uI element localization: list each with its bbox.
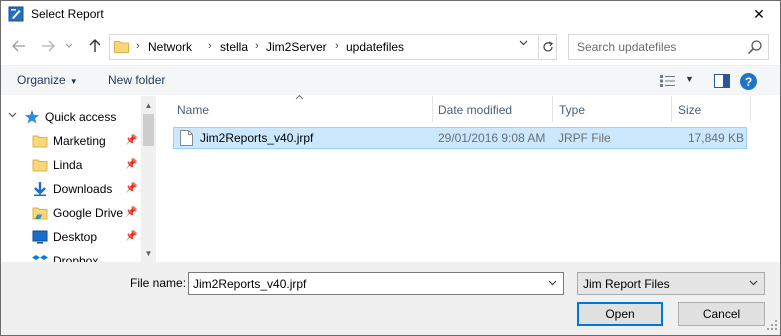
column-header-size[interactable]: Size — [672, 96, 751, 122]
sidebar-item-label: Dropbox — [53, 254, 99, 262]
expand-chevron-icon[interactable] — [8, 110, 17, 120]
address-bar[interactable]: › Network › stella › Jim2Server › update… — [109, 34, 557, 60]
breadcrumb-separator: › — [208, 40, 212, 52]
sidebar-item-linda[interactable]: Linda 📌 — [1, 153, 141, 177]
scroll-up-arrow-icon[interactable]: ▲ — [141, 98, 156, 112]
sidebar-item-desktop[interactable]: Desktop 📌 — [1, 225, 141, 249]
column-header-label: Name — [177, 103, 210, 117]
pin-icon: 📌 — [125, 159, 138, 170]
type-cell: JRPF File — [558, 131, 611, 145]
date-modified-cell: 29/01/2016 9:08 AM — [438, 131, 546, 145]
dialog-footer: File name: Jim Report Files Open Cancel — [1, 262, 780, 335]
scrollbar-thumb[interactable] — [143, 114, 154, 146]
sidebar-scrollbar[interactable]: ▲ ▼ — [141, 96, 156, 262]
breadcrumb-network[interactable]: Network — [148, 40, 192, 54]
view-menu-caret-icon[interactable]: ▼ — [685, 74, 694, 84]
chevron-down-icon — [749, 278, 758, 288]
table-row[interactable]: Jim2Reports_v40.jrpf 29/01/2016 9:08 AM … — [173, 127, 747, 149]
back-button[interactable] — [8, 35, 30, 57]
column-header-date-modified[interactable]: Date modified — [433, 96, 553, 122]
navigation-bar: › Network › stella › Jim2Server › update… — [1, 31, 780, 63]
sidebar-item-label: Marketing — [53, 134, 106, 148]
sidebar-item-quick-access[interactable]: Quick access — [1, 105, 141, 129]
open-button[interactable]: Open — [577, 302, 663, 326]
window-title: Select Report — [31, 7, 104, 21]
pin-icon: 📌 — [125, 231, 138, 242]
pin-icon: 📌 — [125, 183, 138, 194]
search-input[interactable] — [570, 36, 740, 58]
sidebar-item-label: Quick access — [45, 110, 117, 124]
up-button[interactable] — [84, 35, 106, 57]
sidebar-item-downloads[interactable]: Downloads 📌 — [1, 177, 141, 201]
file-type-select[interactable]: Jim Report Files — [577, 272, 765, 295]
up-arrow-icon — [89, 39, 101, 52]
breadcrumb-separator: › — [335, 40, 339, 52]
column-header-name[interactable]: Name — [161, 94, 433, 122]
sidebar-item-label: Downloads — [53, 182, 113, 196]
folder-icon — [32, 159, 48, 172]
command-toolbar: Organize ▼ New folder ▼ ? — [1, 65, 780, 95]
scroll-down-arrow-icon[interactable]: ▼ — [141, 246, 156, 260]
caret-down-icon: ▼ — [69, 77, 78, 86]
title-bar: Select Report ✕ — [1, 1, 780, 27]
pin-icon: 📌 — [125, 207, 138, 218]
file-name-cell: Jim2Reports_v40.jrpf — [200, 131, 314, 145]
dropbox-icon — [32, 255, 48, 260]
close-button[interactable]: ✕ — [737, 1, 781, 27]
close-icon: ✕ — [753, 5, 765, 22]
help-icon[interactable]: ? — [740, 73, 757, 90]
sidebar-item-label: Linda — [53, 158, 83, 172]
file-name-field[interactable] — [189, 273, 539, 294]
breadcrumb-jim2server[interactable]: Jim2Server — [266, 40, 327, 54]
preview-pane-icon[interactable] — [714, 74, 730, 88]
back-arrow-icon — [12, 40, 25, 52]
chevron-down-icon[interactable] — [548, 278, 557, 288]
star-icon — [25, 110, 39, 124]
folder-icon — [32, 135, 48, 148]
breadcrumb-separator: › — [255, 40, 259, 52]
pin-icon: 📌 — [125, 135, 138, 146]
size-cell: 17,849 KB — [687, 131, 744, 145]
forward-arrow-icon — [42, 40, 55, 52]
sidebar-item-google-drive[interactable]: Google Drive 📌 — [1, 201, 141, 225]
recent-locations-button[interactable] — [62, 35, 76, 57]
file-type-value: Jim Report Files — [583, 277, 670, 291]
file-icon — [180, 130, 193, 146]
organize-button[interactable]: Organize ▼ — [17, 73, 78, 87]
view-options-icon[interactable] — [659, 74, 677, 88]
chevron-down-icon — [65, 43, 73, 48]
breadcrumb-separator: › — [136, 40, 140, 52]
refresh-button[interactable] — [538, 36, 556, 58]
column-header-type[interactable]: Type — [553, 96, 672, 122]
file-name-label: File name: — [130, 276, 187, 290]
breadcrumb-stella[interactable]: stella — [220, 40, 248, 54]
app-icon — [8, 6, 24, 22]
select-report-dialog: Select Report ✕ › Network › stella › Jim… — [0, 0, 781, 336]
new-folder-button[interactable]: New folder — [108, 73, 165, 87]
google-drive-icon — [32, 207, 48, 220]
cancel-button[interactable]: Cancel — [678, 302, 765, 326]
sidebar-item-label: Google Drive — [53, 206, 124, 220]
folder-icon — [114, 41, 129, 53]
sidebar-item-dropbox[interactable]: Dropbox — [1, 249, 141, 262]
refresh-icon — [542, 41, 553, 52]
navigation-pane: Quick access Marketing 📌 Linda 📌 Downloa… — [1, 96, 156, 262]
forward-button[interactable] — [37, 35, 59, 57]
search-icon — [747, 40, 762, 55]
sort-ascending-icon — [295, 92, 304, 103]
resize-grip-icon[interactable] — [767, 320, 777, 330]
sidebar-item-label: Desktop — [53, 230, 98, 244]
search-box[interactable] — [568, 34, 769, 60]
organize-label: Organize — [17, 73, 66, 87]
breadcrumb-updatefiles[interactable]: updatefiles — [346, 40, 404, 54]
sidebar-item-marketing[interactable]: Marketing 📌 — [1, 129, 141, 153]
desktop-icon — [32, 230, 48, 244]
download-icon — [34, 182, 46, 196]
address-history-chevron-icon[interactable] — [519, 38, 528, 49]
file-list: Name Date modified Type Size Jim2Reports… — [161, 94, 780, 262]
file-name-combobox[interactable] — [188, 272, 564, 295]
